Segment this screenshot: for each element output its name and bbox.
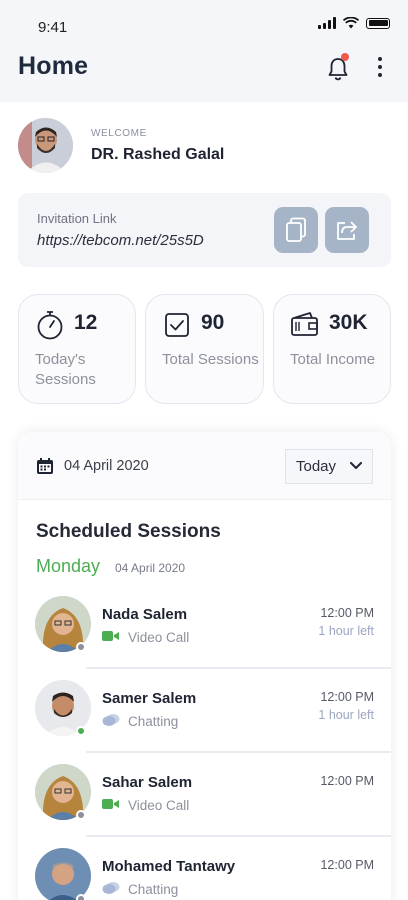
invitation-card: Invitation Link https://tebcom.net/25s5D [18, 193, 391, 267]
page-title: Home [18, 52, 89, 80]
chat-icon [102, 882, 120, 894]
stopwatch-icon [37, 311, 63, 340]
session-row[interactable]: Mohamed Tantawy Chatting 12:00 PM [18, 848, 391, 900]
scheduled-sessions-card: 04 April 2020 Today Scheduled Sessions M… [18, 432, 391, 900]
patient-name: Sahar Salem [102, 774, 193, 791]
presence-dot [76, 642, 86, 652]
divider [86, 667, 391, 669]
invitation-label: Invitation Link [37, 211, 117, 226]
doctor-name: DR. Rashed Galal [91, 146, 225, 163]
wallet-icon [291, 312, 318, 336]
session-row[interactable]: Samer Salem Chatting 12:00 PM 1 hour lef… [18, 680, 391, 764]
session-mode: Chatting [128, 714, 179, 729]
scheduled-sessions-title: Scheduled Sessions [36, 521, 221, 542]
copy-icon [286, 217, 306, 242]
time-remaining: 1 hour left [318, 624, 374, 638]
date-row: 04 April 2020 Today [18, 432, 391, 500]
copy-link-button[interactable] [274, 207, 318, 253]
wifi-icon [343, 17, 359, 29]
selected-date: 04 April 2020 [64, 458, 149, 474]
presence-dot [76, 894, 86, 900]
video-icon [102, 799, 119, 809]
video-icon [102, 631, 119, 641]
session-row[interactable]: Sahar Salem Video Call 12:00 PM [18, 764, 391, 848]
chevron-down-icon [350, 462, 362, 469]
stat-value: 30K [329, 311, 368, 334]
stat-total-sessions[interactable]: 90 Total Sessions [145, 294, 264, 404]
patient-name: Nada Salem [102, 606, 188, 623]
status-icons [318, 17, 390, 29]
patient-name: Samer Salem [102, 690, 197, 707]
calendar-icon [37, 458, 53, 474]
stat-label: Total Income [290, 351, 376, 368]
patient-avatar [35, 848, 91, 900]
stat-value: 12 [74, 311, 98, 334]
divider [86, 751, 391, 753]
stat-todays-sessions[interactable]: 12 Today's Sessions [18, 294, 136, 404]
session-time: 12:00 PM [320, 690, 374, 704]
top-bar: 9:41 Home [0, 0, 408, 102]
share-link-button[interactable] [325, 207, 369, 253]
day-date: 04 April 2020 [115, 561, 186, 575]
presence-dot [76, 726, 86, 736]
chat-icon [102, 714, 120, 726]
notification-dot [341, 53, 349, 61]
session-mode: Video Call [128, 798, 190, 813]
date-filter-select[interactable]: Today [285, 449, 373, 484]
share-icon [337, 221, 357, 240]
welcome-label: WELCOME [91, 128, 147, 139]
session-mode: Video Call [128, 630, 190, 645]
date-filter-value: Today [296, 458, 337, 475]
session-time: 12:00 PM [320, 606, 374, 620]
stat-label: Total Sessions [162, 351, 259, 368]
session-mode: Chatting [128, 882, 179, 897]
signal-icon [318, 17, 336, 29]
time-remaining: 1 hour left [318, 708, 374, 722]
doctor-avatar[interactable] [18, 118, 73, 173]
presence-dot [76, 810, 86, 820]
divider [86, 835, 391, 837]
session-time: 12:00 PM [320, 774, 374, 788]
stat-value: 90 [201, 311, 225, 334]
stat-total-income[interactable]: 30K Total Income [273, 294, 391, 404]
invitation-link[interactable]: https://tebcom.net/25s5D [37, 232, 204, 249]
stat-label: Today's Sessions [35, 351, 96, 388]
status-time: 9:41 [38, 19, 68, 36]
checkbox-icon [165, 313, 189, 337]
day-name: Monday [36, 556, 101, 576]
session-row[interactable]: Nada Salem Video Call 12:00 PM 1 hour le… [18, 596, 391, 680]
patient-name: Mohamed Tantawy [102, 858, 236, 875]
battery-icon [366, 17, 390, 29]
session-time: 12:00 PM [320, 858, 374, 872]
more-options-icon[interactable] [372, 57, 388, 79]
